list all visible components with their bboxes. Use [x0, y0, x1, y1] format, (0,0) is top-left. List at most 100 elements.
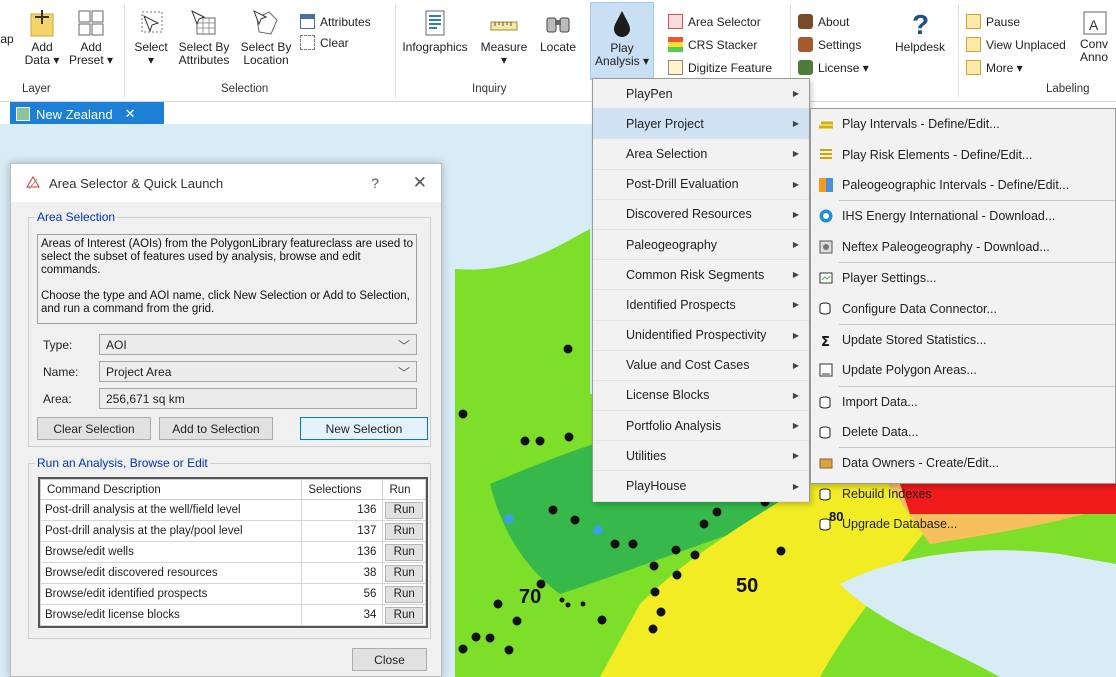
run-button[interactable]: Run: [385, 543, 423, 561]
area-selector-button[interactable]: Area Selector: [668, 14, 761, 29]
new-selection-button[interactable]: New Selection: [300, 417, 428, 440]
settings-button[interactable]: Settings: [798, 37, 861, 52]
submenu-ihs-download[interactable]: IHS Energy International - Download...: [811, 201, 1115, 231]
chevron-right-icon: ▶: [792, 451, 799, 461]
submenu-rebuild-indexes[interactable]: Rebuild Indexes: [811, 479, 1115, 509]
add-data-button[interactable]: Add Data ▾: [22, 8, 62, 67]
helpdesk-label: Helpdesk: [894, 40, 946, 54]
table-row[interactable]: Browse/edit identified prospects 56 Run: [39, 583, 426, 605]
pause-icon: [966, 14, 981, 29]
menu-item-value-and-cost-cases[interactable]: Value and Cost Cases ▶: [593, 351, 809, 381]
clear-label: Clear: [320, 35, 349, 50]
run-button[interactable]: Run: [385, 501, 423, 519]
play-analysis-button[interactable]: Play Analysis ▾: [590, 2, 654, 80]
clear-selection-ribbon-button[interactable]: Clear: [300, 35, 349, 50]
crs-stacker-button[interactable]: CRS Stacker: [668, 37, 757, 52]
table-row[interactable]: Browse/edit license blocks 34 Run: [39, 604, 426, 626]
select-by-location-button[interactable]: Select By Location: [238, 8, 294, 67]
about-button[interactable]: About: [798, 14, 849, 29]
submenu-paleogeographic-intervals[interactable]: Paleogeographic Intervals - Define/Edit.…: [811, 170, 1115, 200]
ribbon-map-partial[interactable]: ap: [0, 33, 14, 46]
helpdesk-button[interactable]: ? Helpdesk: [890, 8, 950, 54]
type-label: Type:: [43, 337, 73, 352]
view-unplaced-button[interactable]: View Unplaced: [966, 37, 1066, 52]
submenu-import-data[interactable]: Import Data...: [811, 387, 1115, 417]
map-icon: [16, 107, 30, 121]
measure-button[interactable]: Measure ▾: [480, 8, 528, 67]
table-row[interactable]: Post-drill analysis at the well/field le…: [39, 499, 426, 521]
menu-item-post-drill-evaluation[interactable]: Post-Drill Evaluation ▶: [593, 170, 809, 200]
table-row[interactable]: Browse/edit wells 136 Run: [39, 541, 426, 563]
menu-item-player-project[interactable]: Player Project ▶: [593, 109, 809, 140]
attributes-table-icon: [300, 14, 315, 29]
submenu-play-intervals[interactable]: Play Intervals - Define/Edit...: [811, 109, 1115, 139]
submenu-play-risk-elements[interactable]: Play Risk Elements - Define/Edit...: [811, 139, 1115, 169]
help-icon[interactable]: ?: [371, 175, 379, 191]
column-header-run[interactable]: Run: [382, 479, 426, 500]
add-preset-button[interactable]: Add Preset ▾: [68, 8, 114, 67]
menu-item-discovered-resources[interactable]: Discovered Resources ▶: [593, 200, 809, 230]
table-row[interactable]: Post-drill analysis at the play/pool lev…: [39, 520, 426, 542]
select-button[interactable]: Select ▾: [130, 8, 172, 67]
convert-annotation-button[interactable]: A Conv Anno: [1080, 8, 1116, 64]
license-icon: [798, 60, 813, 75]
name-dropdown[interactable]: Project Area ﹀: [99, 361, 417, 382]
submenu-delete-data[interactable]: Delete Data...: [811, 417, 1115, 447]
license-button[interactable]: License ▾: [798, 60, 869, 75]
menu-item-playpen[interactable]: PlayPen ▶: [593, 79, 809, 110]
submenu-upgrade-database[interactable]: Upgrade Database...: [811, 509, 1115, 539]
table-row[interactable]: Browse/edit discovered resources 38 Run: [39, 562, 426, 584]
menu-item-identified-prospects[interactable]: Identified Prospects ▶: [593, 290, 809, 321]
pause-labeling-button[interactable]: Pause: [966, 14, 1020, 29]
map-tab-new-zealand[interactable]: New Zealand ✕: [10, 102, 164, 126]
submenu-configure-data-connector[interactable]: Configure Data Connector...: [811, 293, 1115, 323]
chevron-right-icon: ▶: [792, 240, 799, 250]
close-icon[interactable]: ✕: [413, 173, 427, 193]
menu-item-unidentified-prospectivity[interactable]: Unidentified Prospectivity ▶: [593, 321, 809, 351]
chevron-right-icon: ▶: [792, 360, 799, 370]
submenu-update-polygon-areas[interactable]: Update Polygon Areas...: [811, 355, 1115, 385]
submenu-label: Player Settings...: [842, 271, 937, 286]
run-button[interactable]: Run: [385, 606, 423, 624]
menu-item-portfolio-analysis[interactable]: Portfolio Analysis ▶: [593, 411, 809, 442]
chevron-right-icon: ▶: [792, 179, 799, 189]
menu-item-common-risk-segments[interactable]: Common Risk Segments ▶: [593, 260, 809, 291]
type-dropdown[interactable]: AOI ﹀: [99, 334, 417, 355]
run-cell: Run: [382, 520, 426, 542]
run-button[interactable]: Run: [385, 522, 423, 540]
area-selector-icon: [668, 14, 683, 29]
clear-selection-button[interactable]: Clear Selection: [37, 417, 151, 440]
selections-count: 56: [301, 583, 384, 605]
menu-item-utilities[interactable]: Utilities ▶: [593, 441, 809, 472]
command-description: Browse/edit discovered resources: [39, 562, 303, 584]
select-by-attributes-button[interactable]: Select By Attributes: [174, 8, 234, 67]
column-header-selections[interactable]: Selections: [301, 479, 384, 500]
submenu-data-owners[interactable]: Data Owners - Create/Edit...: [811, 448, 1115, 478]
run-button[interactable]: Run: [385, 564, 423, 582]
menu-item-label: Discovered Resources: [626, 207, 752, 222]
chevron-right-icon: ▶: [792, 300, 799, 310]
chevron-down-icon: ﹀: [397, 366, 410, 380]
dialog-title-bar[interactable]: Area Selector & Quick Launch ? ✕: [11, 164, 441, 202]
add-to-selection-button[interactable]: Add to Selection: [159, 417, 273, 440]
attributes-button[interactable]: Attributes: [300, 14, 371, 29]
menu-item-playhouse[interactable]: PlayHouse ▶: [593, 471, 809, 502]
infographics-button[interactable]: Infographics: [400, 8, 470, 54]
locate-button[interactable]: Locate: [534, 8, 582, 54]
menu-item-license-blocks[interactable]: License Blocks ▶: [593, 381, 809, 412]
database-connector-icon: [819, 302, 831, 315]
submenu-update-stored-statistics[interactable]: Σ Update Stored Statistics...: [811, 325, 1115, 355]
submenu-neftex-download[interactable]: Neftex Paleogeography - Download...: [811, 232, 1115, 262]
more-labeling-button[interactable]: More ▾: [966, 60, 1023, 75]
close-button[interactable]: Close: [352, 648, 427, 671]
menu-item-label: Paleogeography: [626, 237, 718, 252]
close-tab-icon[interactable]: ✕: [125, 106, 136, 122]
menu-item-area-selection[interactable]: Area Selection ▶: [593, 139, 809, 170]
menu-item-paleogeography[interactable]: Paleogeography ▶: [593, 230, 809, 261]
convert-annotation-label: Conv Anno: [1080, 37, 1109, 64]
annotation-icon: A: [1083, 11, 1107, 35]
submenu-player-settings[interactable]: Player Settings...: [811, 263, 1115, 293]
run-button[interactable]: Run: [385, 585, 423, 603]
column-header-command[interactable]: Command Description: [39, 479, 303, 500]
digitize-feature-button[interactable]: Digitize Feature: [668, 60, 772, 75]
